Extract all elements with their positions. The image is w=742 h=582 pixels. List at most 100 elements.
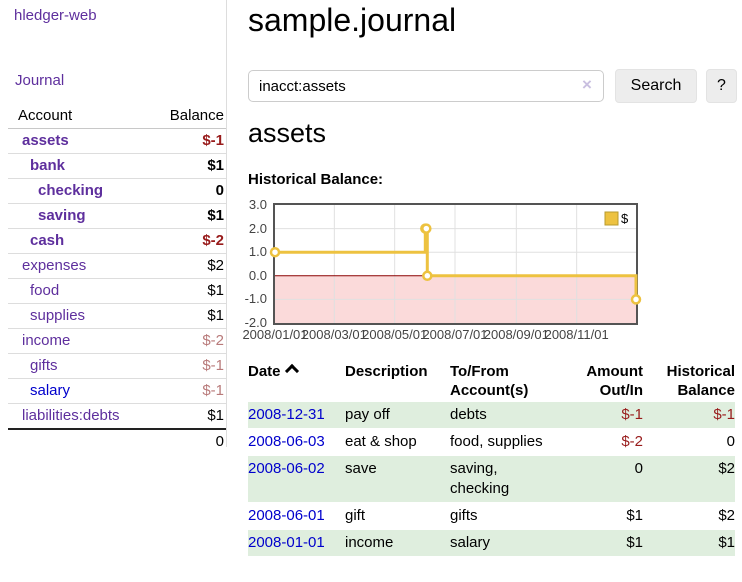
account-link[interactable]: bank	[30, 157, 65, 174]
register-date-link[interactable]: 2008-06-03	[248, 433, 325, 450]
accounts-table: Account Balance assets $-1 bank $1 checking 0…	[8, 104, 226, 454]
accounts-table-header-row: Account Balance	[8, 104, 226, 129]
register-date-link[interactable]: 2008-12-31	[248, 406, 325, 423]
account-link[interactable]: cash	[30, 232, 64, 249]
account-row: saving $1	[8, 204, 226, 229]
legend-swatch	[605, 212, 618, 225]
page-title: sample.journal	[248, 2, 456, 39]
account-row: income $-2	[8, 329, 226, 354]
register-row: 2008-01-01incomesalary$1$1	[248, 530, 735, 557]
account-row: gifts $-1	[8, 354, 226, 379]
register-header-description: Description	[345, 360, 450, 402]
register-amount: $1	[560, 530, 643, 557]
app: { "sidebar": { "app_title": "hledger-web…	[0, 0, 742, 582]
account-link[interactable]: supplies	[30, 307, 85, 324]
account-link[interactable]: liabilities:debts	[22, 407, 120, 424]
register-accounts: debts	[450, 402, 560, 429]
register-balance: $-1	[643, 402, 735, 429]
register-accounts: salary	[450, 530, 560, 557]
register-description: eat & shop	[345, 429, 450, 456]
accounts-header-account: Account	[8, 104, 153, 129]
data-point-marker	[423, 272, 431, 280]
register-amount: 0	[560, 456, 643, 503]
account-balance: $1	[153, 204, 226, 229]
register-description: save	[345, 456, 450, 503]
account-balance: $-2	[153, 229, 226, 254]
register-amount: $1	[560, 503, 643, 530]
account-link[interactable]: salary	[30, 382, 70, 399]
account-link[interactable]: gifts	[30, 357, 58, 374]
register-accounts: food, supplies	[450, 429, 560, 456]
register-date-link[interactable]: 2008-06-01	[248, 507, 325, 524]
register-accounts: saving, checking	[450, 456, 560, 503]
account-row: supplies$1	[8, 304, 226, 329]
register-balance: $1	[643, 530, 735, 557]
balance-chart: $	[273, 203, 638, 325]
search-button[interactable]: Search	[615, 69, 697, 103]
register-description: pay off	[345, 402, 450, 429]
account-row: expenses $2	[8, 254, 226, 279]
y-axis-tick-label: -2.0	[233, 315, 267, 331]
accounts-total-balance: 0	[153, 429, 226, 454]
register-table-body: 2008-12-31pay offdebts$-1$-12008-06-03ea…	[248, 402, 735, 557]
sidebar-item-journal[interactable]: Journal	[15, 72, 64, 89]
account-balance: $1	[153, 154, 226, 179]
chart-title: Historical Balance:	[248, 171, 383, 188]
legend-label: $	[621, 211, 629, 226]
account-row: bank $1	[8, 154, 226, 179]
y-axis-tick-label: 1.0	[233, 244, 267, 260]
account-balance: $-1	[153, 354, 226, 379]
register-row: 2008-06-01 giftgifts$1$2	[248, 503, 735, 530]
register-header-date[interactable]: Date	[248, 360, 345, 402]
y-axis-tick-label: 2.0	[233, 221, 267, 237]
register-description: income	[345, 530, 450, 557]
y-axis-tick-label: -1.0	[233, 291, 267, 307]
account-row: salary$-1	[8, 379, 226, 404]
register-date-link[interactable]: 2008-01-01	[248, 534, 325, 551]
y-axis-tick-label: 3.0	[233, 197, 267, 213]
register-header-account: To/From Account(s)	[450, 360, 560, 402]
account-link[interactable]: saving	[38, 207, 86, 224]
account-link[interactable]: checking	[38, 182, 103, 199]
account-balance: $-1	[153, 129, 226, 154]
register-description: gift	[345, 503, 450, 530]
accounts-total-row: 0	[8, 429, 226, 454]
account-balance: $2	[153, 254, 226, 279]
account-link[interactable]: food	[30, 282, 59, 299]
data-point-marker	[271, 248, 279, 256]
accounts-table-body: assets$-1bank$1checking0saving$1cash$-2e…	[8, 129, 226, 430]
register-balance: $2	[643, 503, 735, 530]
account-balance: $-2	[153, 329, 226, 354]
account-link[interactable]: income	[22, 332, 70, 349]
search-input[interactable]	[248, 70, 604, 102]
register-accounts: gifts	[450, 503, 560, 530]
account-balance: $1	[153, 404, 226, 430]
account-row: liabilities:debts $1	[8, 404, 226, 430]
data-point-marker	[632, 295, 640, 303]
register-amount: $-2	[560, 429, 643, 456]
register-balance: $2	[643, 456, 735, 503]
help-button[interactable]: ?	[706, 69, 737, 103]
register-row: 2008-06-02 savesaving, checking0$2	[248, 456, 735, 503]
account-balance: $1	[153, 279, 226, 304]
register-table: Date Description To/From Account(s) Amou…	[248, 360, 735, 557]
account-link[interactable]: assets	[22, 132, 69, 149]
register-header-row: Date Description To/From Account(s) Amou…	[248, 360, 735, 402]
clear-search-icon[interactable]: ×	[582, 76, 592, 93]
account-link[interactable]: expenses	[22, 257, 86, 274]
register-balance: 0	[643, 429, 735, 456]
search-bar: × Search ?	[248, 69, 737, 103]
app-title-link[interactable]: hledger-web	[14, 7, 97, 24]
sort-ascending-icon	[284, 364, 298, 378]
register-date-link[interactable]: 2008-06-02	[248, 460, 325, 477]
register-header-amount: Amount Out/In	[560, 360, 643, 402]
register-header-balance: Historical Balance	[643, 360, 735, 402]
sidebar-divider	[226, 0, 227, 447]
account-row: food $1	[8, 279, 226, 304]
account-balance: 0	[153, 179, 226, 204]
register-amount: $-1	[560, 402, 643, 429]
account-row: assets $-1	[8, 129, 226, 154]
data-point-marker	[422, 225, 430, 233]
register-row: 2008-06-03 eat & shopfood, supplies$-20	[248, 429, 735, 456]
register-row: 2008-12-31pay offdebts$-1$-1	[248, 402, 735, 429]
